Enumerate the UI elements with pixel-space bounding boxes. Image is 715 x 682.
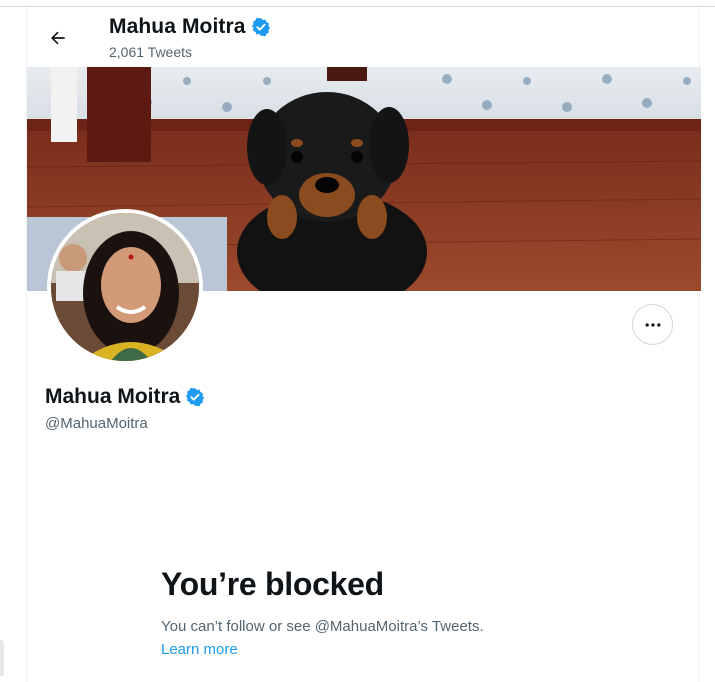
verified-badge-icon	[186, 387, 205, 407]
tweet-count: 2,061 Tweets	[109, 44, 193, 60]
learn-more-link[interactable]: Learn more	[161, 641, 238, 658]
profile-name: Mahua Moitra	[45, 385, 181, 408]
profile-column: Mahua Moitra 2,061 Tweets Mahua Moitra @…	[26, 7, 701, 682]
avatar-image	[51, 213, 199, 361]
profile-name-row: Mahua Moitra	[45, 385, 205, 409]
more-horizontal-icon	[645, 322, 660, 327]
profile-header: Mahua Moitra 2,061 Tweets	[27, 7, 701, 67]
header-title-row: Mahua Moitra	[109, 15, 271, 39]
left-scroll-edge	[0, 640, 4, 676]
arrow-left-icon	[51, 31, 65, 45]
blocked-message: You can’t follow or see @MahuaMoitra’s T…	[161, 618, 484, 635]
header-title: Mahua Moitra	[109, 15, 246, 38]
verified-badge-icon	[251, 17, 270, 37]
more-options-button[interactable]	[632, 304, 673, 345]
profile-handle: @MahuaMoitra	[45, 415, 148, 432]
back-button[interactable]	[41, 21, 75, 55]
blocked-title: You’re blocked	[161, 566, 384, 602]
profile-avatar[interactable]	[47, 209, 203, 365]
